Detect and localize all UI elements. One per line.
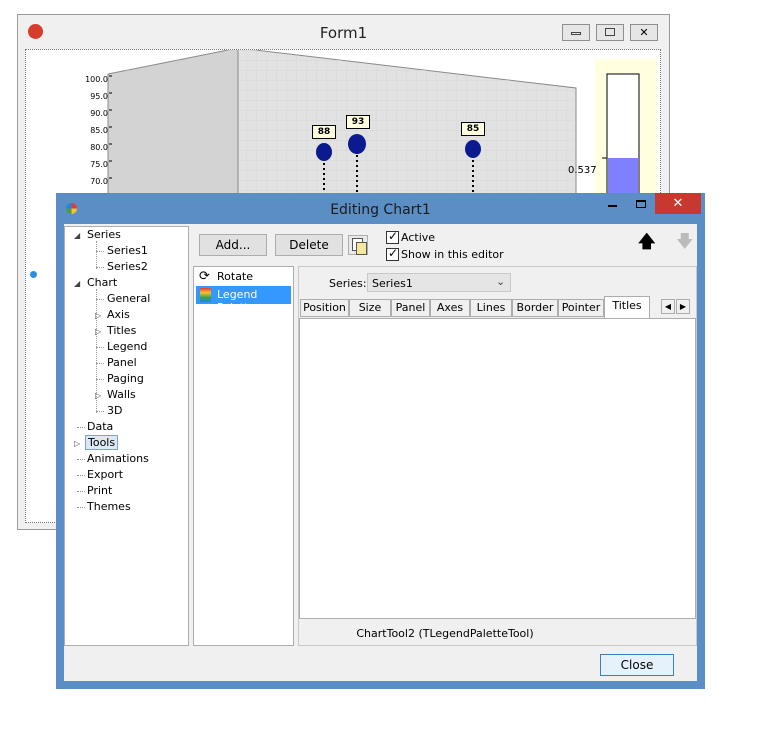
tools-list[interactable]: ⟳ Rotate Legend Palette	[193, 266, 294, 646]
tree-item-panel[interactable]: Panel	[107, 356, 137, 369]
minimize-button[interactable]	[599, 195, 625, 215]
active-label: Active	[401, 231, 436, 244]
active-checkbox[interactable]	[386, 229, 399, 244]
point-mark: 93	[346, 115, 370, 129]
list-item-label: Legend Palette	[217, 288, 258, 314]
y-tick-label: 80.0	[90, 143, 108, 152]
tree-item-print[interactable]: Print	[87, 484, 112, 497]
tree-item-general[interactable]: General	[107, 292, 150, 305]
maximize-button[interactable]	[596, 24, 624, 41]
tab-titles[interactable]: Titles	[604, 296, 650, 318]
tab-scroll-left-button[interactable]: ◀	[661, 299, 675, 314]
expand-arrow-icon[interactable]: ▷	[95, 311, 101, 320]
tab-lines[interactable]: Lines	[470, 299, 512, 317]
close-dialog-button[interactable]: Close	[600, 654, 674, 676]
tree-item-axis[interactable]: Axis	[107, 308, 130, 321]
tab-border[interactable]: Border	[512, 299, 558, 317]
expand-arrow-icon[interactable]: ▷	[74, 439, 80, 448]
tab-position[interactable]: Position	[300, 299, 349, 317]
move-up-icon[interactable]: 🡅	[638, 229, 655, 258]
tree-item-series1[interactable]: Series1	[107, 244, 148, 257]
tree-item-animations[interactable]: Animations	[87, 452, 149, 465]
chevron-down-icon: ⌄	[496, 275, 506, 288]
restore-icon	[605, 28, 615, 36]
tab-panel[interactable]: Panel	[391, 299, 430, 317]
splitter-handle[interactable]	[30, 271, 37, 278]
editor-window: Editing Chart1 ✕ ◢ Series Series1 Series…	[56, 193, 705, 689]
expand-arrow-icon[interactable]: ▷	[95, 391, 101, 400]
tree-item-export[interactable]: Export	[87, 468, 123, 481]
series-label: Series:	[329, 277, 367, 290]
tree-item-3d[interactable]: 3D	[107, 404, 122, 417]
tab-axes[interactable]: Axes	[430, 299, 470, 317]
y-tick-label: 70.0	[90, 177, 108, 186]
tab-pointer[interactable]: Pointer	[558, 299, 604, 317]
delete-button[interactable]: Delete	[275, 234, 343, 256]
maximize-icon	[636, 200, 646, 208]
list-item[interactable]: ⟳ Rotate	[197, 269, 291, 285]
close-icon: ✕	[672, 196, 684, 211]
tool-properties-panel: Series: Series1 ⌄ Position Size Panel Ax…	[298, 266, 697, 646]
y-tick-label: 90.0	[90, 109, 108, 118]
point-mark: 85	[461, 122, 485, 136]
rotate-icon: ⟳	[199, 269, 210, 284]
tab-content	[299, 318, 696, 619]
status-text: ChartTool2 (TLegendPaletteTool)	[356, 627, 534, 640]
tab-size[interactable]: Size	[349, 299, 391, 317]
collapse-arrow-icon[interactable]: ◢	[74, 279, 80, 288]
data-point	[348, 134, 366, 154]
close-button[interactable]: ✕	[655, 193, 701, 214]
tree-item-themes[interactable]: Themes	[87, 500, 131, 513]
y-axis-labels: 100.0 95.0 90.0 85.0 80.0 75.0 70.0	[78, 71, 108, 190]
list-item[interactable]: Legend Palette	[196, 286, 291, 314]
series-select[interactable]: Series1 ⌄	[367, 273, 511, 292]
expand-arrow-icon[interactable]: ▷	[95, 327, 101, 336]
tree-item-titles[interactable]: Titles	[107, 324, 136, 337]
data-point	[316, 143, 332, 161]
y-tick-label: 95.0	[90, 92, 108, 101]
minimize-icon	[571, 32, 581, 35]
point-mark: 88	[312, 125, 336, 139]
form1-title-bar[interactable]: Form1 ✕	[18, 15, 669, 49]
y-tick-label: 75.0	[90, 160, 108, 169]
list-item-label: Rotate	[217, 270, 254, 283]
tab-scroll-right-button[interactable]: ▶	[676, 299, 690, 314]
y-tick-label: 85.0	[90, 126, 108, 135]
copy-icon[interactable]	[348, 235, 368, 255]
tree-item-tools[interactable]: Tools	[85, 435, 119, 450]
y-tick-label: 100.0	[85, 75, 108, 84]
legend-palette-value: 0.537	[568, 165, 597, 176]
tree-item-walls[interactable]: Walls	[107, 388, 136, 401]
close-button[interactable]: ✕	[630, 24, 658, 41]
tree-item-data[interactable]: Data	[87, 420, 113, 433]
tree-item-paging[interactable]: Paging	[107, 372, 144, 385]
move-down-icon[interactable]: 🡇	[676, 229, 693, 258]
tree-item-series[interactable]: Series	[87, 228, 121, 241]
add-button[interactable]: Add...	[199, 234, 267, 256]
minimize-icon	[608, 205, 617, 207]
show-in-editor-checkbox[interactable]	[386, 246, 399, 261]
tree-item-chart[interactable]: Chart	[87, 276, 117, 289]
data-point	[465, 140, 481, 158]
editor-title-bar[interactable]: Editing Chart1 ✕	[56, 193, 705, 224]
close-icon: ✕	[639, 26, 649, 39]
minimize-button[interactable]	[562, 24, 590, 41]
maximize-button[interactable]	[628, 195, 654, 215]
editor-tree[interactable]: ◢ Series Series1 Series2 ◢ Chart General…	[64, 226, 189, 646]
tree-item-series2[interactable]: Series2	[107, 260, 148, 273]
series-select-value: Series1	[372, 277, 413, 290]
editor-body: ◢ Series Series1 Series2 ◢ Chart General…	[64, 224, 697, 681]
show-in-editor-label: Show in this editor	[401, 248, 504, 261]
tree-item-legend[interactable]: Legend	[107, 340, 147, 353]
legend-palette-icon	[200, 288, 211, 302]
collapse-arrow-icon[interactable]: ◢	[74, 231, 80, 240]
